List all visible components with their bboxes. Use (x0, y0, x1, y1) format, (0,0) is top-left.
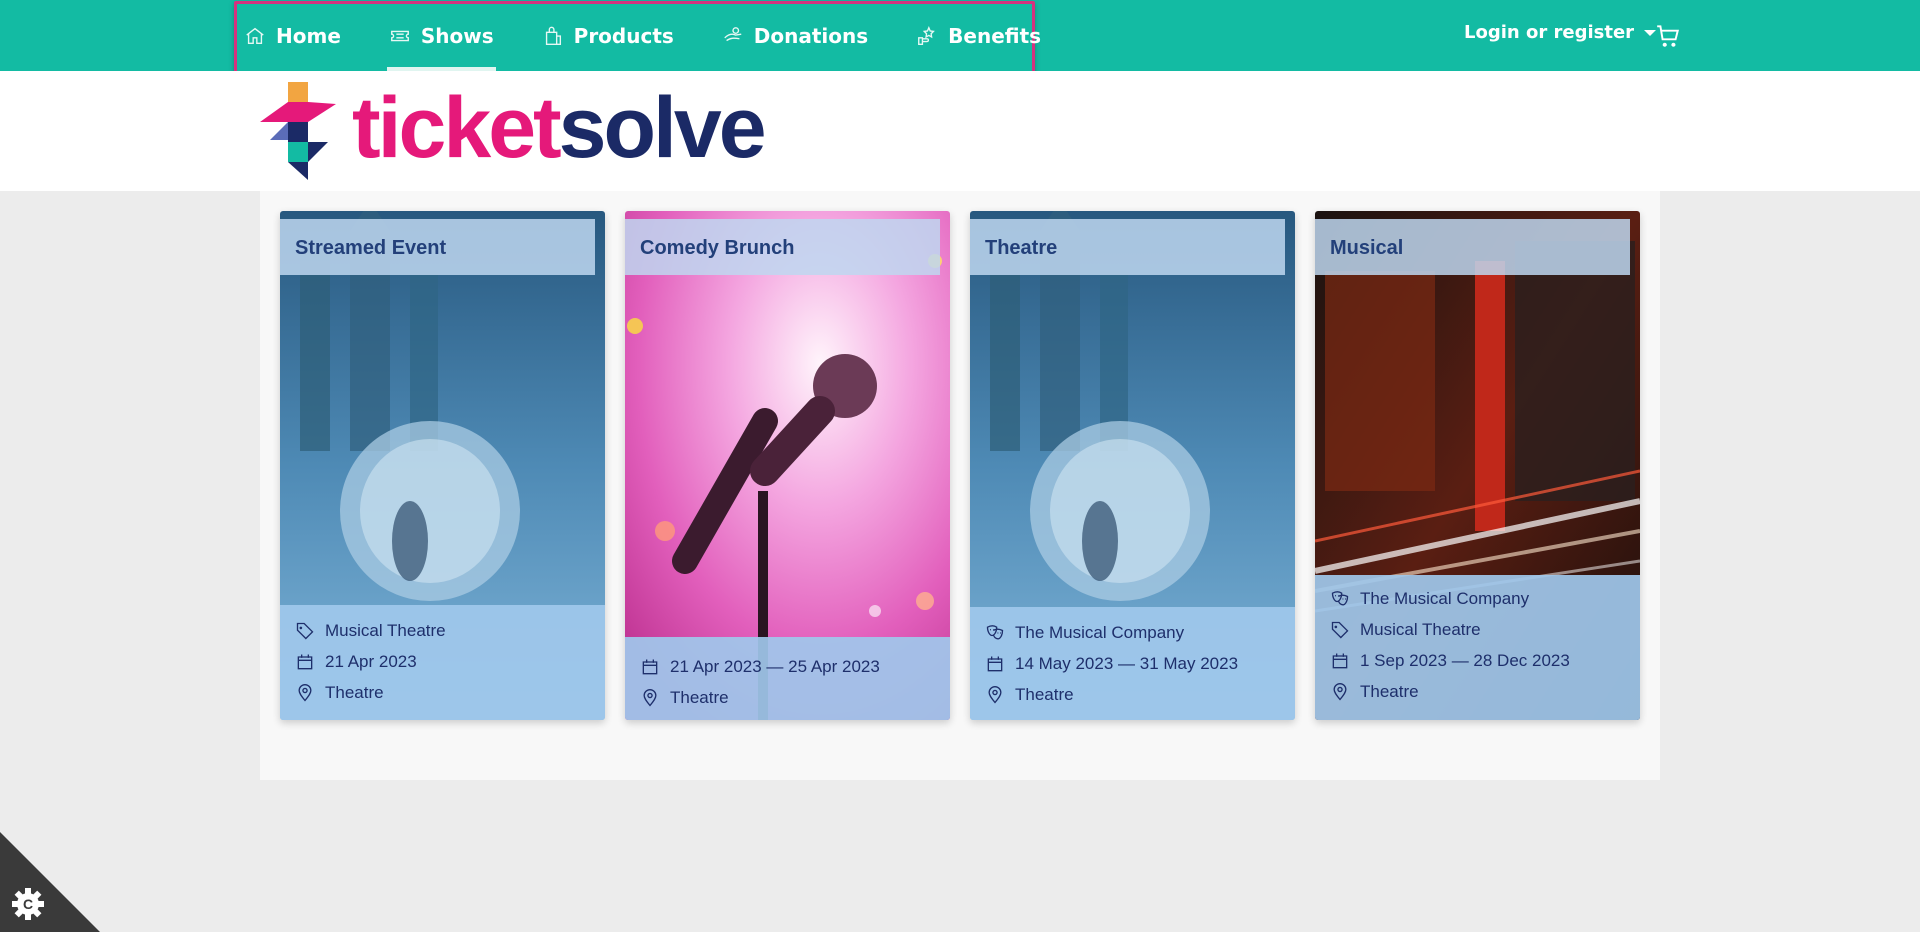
donate-hand-icon (724, 26, 742, 41)
card-venue-row: Theatre (1330, 676, 1625, 707)
card-venue: Theatre (325, 682, 384, 702)
cookie-settings-button[interactable]: C (0, 832, 100, 932)
card-title: Streamed Event (280, 219, 595, 275)
card-date-row: 1 Sep 2023 — 28 Dec 2023 (1330, 645, 1625, 676)
event-card-streamed-event[interactable]: Streamed Event Musical Theatre 21 Apr 20… (280, 211, 605, 720)
logo-part-ticket: ticket (352, 80, 562, 176)
shopping-bag-icon (545, 26, 561, 45)
location-pin-icon (988, 685, 1002, 704)
card-venue-row: Theatre (985, 679, 1280, 710)
nav-item-label: Shows (420, 23, 494, 48)
theatre-masks-icon (986, 624, 1004, 640)
card-date-row: 21 Apr 2023 — 25 Apr 2023 (640, 651, 935, 682)
card-info: Musical Theatre 21 Apr 2023 Theatre (280, 605, 605, 720)
card-date: 1 Sep 2023 — 28 Dec 2023 (1360, 650, 1570, 670)
card-date: 14 May 2023 — 31 May 2023 (1015, 653, 1239, 673)
event-card-comedy-brunch[interactable]: Comedy Brunch 21 Apr 2023 — 25 Apr 2023 … (625, 211, 950, 720)
nav-item-label: Donations (753, 23, 869, 48)
nav-item-label: Home (276, 23, 341, 48)
calendar-icon (1332, 653, 1348, 668)
svg-text:C: C (23, 896, 33, 912)
cart-icon (1657, 25, 1679, 47)
login-label: Login or register (1464, 22, 1635, 43)
location-pin-icon (298, 683, 312, 702)
tag-icon (1331, 621, 1349, 638)
event-card-musical[interactable]: Musical The Musical Company Musical Thea… (1315, 211, 1640, 720)
ticket-icon (390, 30, 409, 41)
location-pin-icon (1333, 682, 1347, 701)
card-company-row: The Musical Company (1330, 583, 1625, 614)
card-category-row: Musical Theatre (1330, 614, 1625, 645)
card-company: The Musical Company (1360, 588, 1530, 608)
ticketsolve-logo-text[interactable]: ticketsolve (352, 78, 767, 178)
card-company-row: The Musical Company (985, 617, 1280, 648)
card-date: 21 Apr 2023 — 25 Apr 2023 (670, 656, 880, 676)
card-company: The Musical Company (1015, 622, 1185, 642)
theatre-masks-icon (1331, 590, 1349, 606)
login-register-dropdown[interactable]: Login or register (1464, 22, 1657, 43)
card-info: The Musical Company Musical Theatre 1 Se… (1315, 575, 1640, 720)
card-category: Musical Theatre (1360, 619, 1481, 639)
card-title: Theatre (970, 219, 1285, 275)
calendar-icon (297, 654, 313, 669)
star-hand-icon (918, 25, 936, 45)
calendar-icon (642, 659, 658, 674)
main-nav: Home Shows Products Donations Benefits (240, 0, 1065, 71)
card-title: Musical (1315, 219, 1630, 275)
nav-item-shows[interactable]: Shows (365, 0, 518, 71)
location-pin-icon (643, 688, 657, 707)
home-icon (246, 27, 264, 44)
card-venue: Theatre (670, 687, 729, 707)
card-title: Comedy Brunch (625, 219, 940, 275)
card-date-row: 21 Apr 2023 (295, 646, 590, 677)
card-date-row: 14 May 2023 — 31 May 2023 (985, 648, 1280, 679)
cart-button[interactable] (1655, 22, 1681, 48)
card-venue: Theatre (1360, 681, 1419, 701)
card-category: Musical Theatre (325, 620, 446, 640)
nav-item-home[interactable]: Home (240, 0, 365, 71)
nav-item-label: Benefits (948, 23, 1042, 48)
nav-item-label: Products (573, 23, 674, 48)
nav-item-benefits[interactable]: Benefits (892, 0, 1065, 71)
nav-item-donations[interactable]: Donations (698, 0, 892, 71)
gear-icon: C (12, 888, 44, 920)
card-date: 21 Apr 2023 (325, 651, 417, 671)
card-venue-row: Theatre (295, 677, 590, 708)
tag-icon (296, 622, 314, 639)
card-info: 21 Apr 2023 — 25 Apr 2023 Theatre (625, 637, 950, 720)
card-info: The Musical Company 14 May 2023 — 31 May… (970, 607, 1295, 720)
card-venue: Theatre (1015, 684, 1074, 704)
calendar-icon (987, 656, 1003, 671)
event-card-theatre[interactable]: Theatre The Musical Company 14 May 2023 … (970, 211, 1295, 720)
card-category-row: Musical Theatre (295, 615, 590, 646)
logo-part-solve: solve (558, 80, 767, 176)
card-venue-row: Theatre (640, 682, 935, 713)
nav-item-products[interactable]: Products (518, 0, 698, 71)
